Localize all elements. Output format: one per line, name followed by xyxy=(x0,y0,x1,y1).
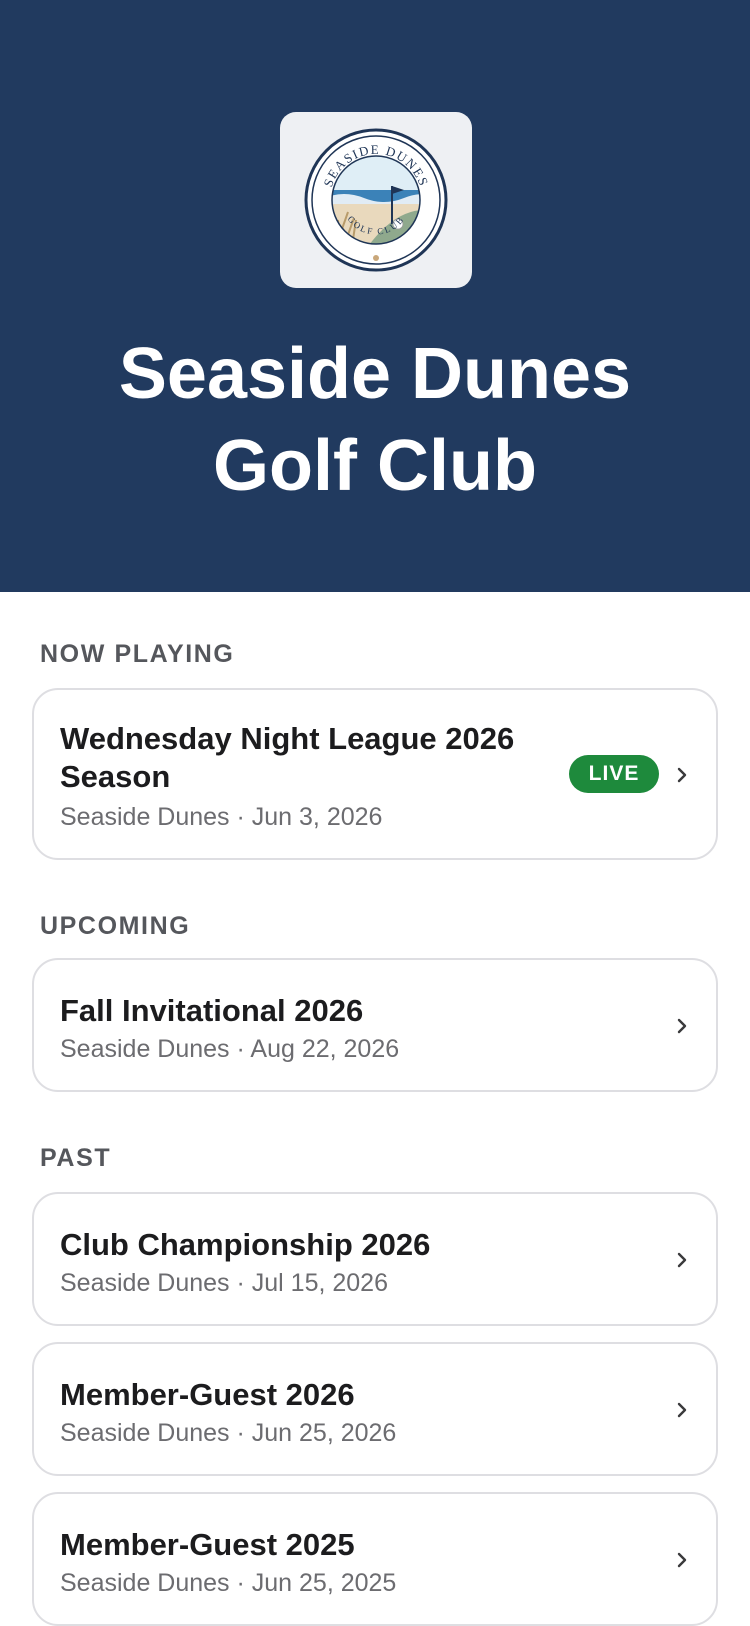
event-title: Club Championship 2026 xyxy=(60,1227,431,1262)
event-subtitle: Seaside Dunes · Jun 25, 2025 xyxy=(60,1569,397,1597)
event-subtitle: Seaside Dunes · Jun 3, 2026 xyxy=(60,803,383,831)
chevron-right-icon xyxy=(677,1018,687,1034)
section-label-upcoming: UPCOMING xyxy=(40,912,191,940)
event-card-club-championship[interactable]: Club Championship 2026 Seaside Dunes · J… xyxy=(32,1192,718,1326)
event-subtitle: Seaside Dunes · Jul 15, 2026 xyxy=(60,1269,388,1297)
club-name-line-1: Seaside Dunes xyxy=(118,334,632,414)
event-title: Fall Invitational 2026 xyxy=(60,993,364,1028)
club-name-line-2: Golf Club xyxy=(213,426,537,506)
event-card-fall-invitational[interactable]: Fall Invitational 2026 Seaside Dunes · A… xyxy=(32,958,718,1092)
chevron-right-icon xyxy=(677,1552,687,1568)
live-status-badge: LIVE xyxy=(569,755,659,793)
event-card-member-guest-2025[interactable]: Member-Guest 2025 Seaside Dunes · Jun 25… xyxy=(32,1492,718,1626)
section-label-now-playing: NOW PLAYING xyxy=(40,640,235,668)
club-logo-icon: SEASIDE DUNES GOLF CLUB xyxy=(304,128,448,272)
chevron-right-icon xyxy=(677,1402,687,1418)
event-title: Wednesday Night League 2026 Season xyxy=(60,721,515,794)
event-subtitle: Seaside Dunes · Jun 25, 2026 xyxy=(60,1419,397,1447)
event-title: Member-Guest 2025 xyxy=(60,1527,355,1562)
event-card-member-guest-2026[interactable]: Member-Guest 2026 Seaside Dunes · Jun 25… xyxy=(32,1342,718,1476)
event-title: Member-Guest 2026 xyxy=(60,1377,355,1412)
event-subtitle: Seaside Dunes · Aug 22, 2026 xyxy=(60,1035,400,1063)
event-card-wednesday-night-league[interactable]: Wednesday Night League 2026 Season Seasi… xyxy=(32,688,718,860)
chevron-right-icon xyxy=(677,1252,687,1268)
club-logo-tile: SEASIDE DUNES GOLF CLUB xyxy=(280,112,472,288)
header-banner: SEASIDE DUNES GOLF CLUB Seaside Dunes Go… xyxy=(0,0,750,592)
chevron-right-icon xyxy=(677,767,687,783)
section-label-past: PAST xyxy=(40,1144,112,1172)
club-name-heading: Seaside Dunes Golf Club xyxy=(0,328,750,512)
